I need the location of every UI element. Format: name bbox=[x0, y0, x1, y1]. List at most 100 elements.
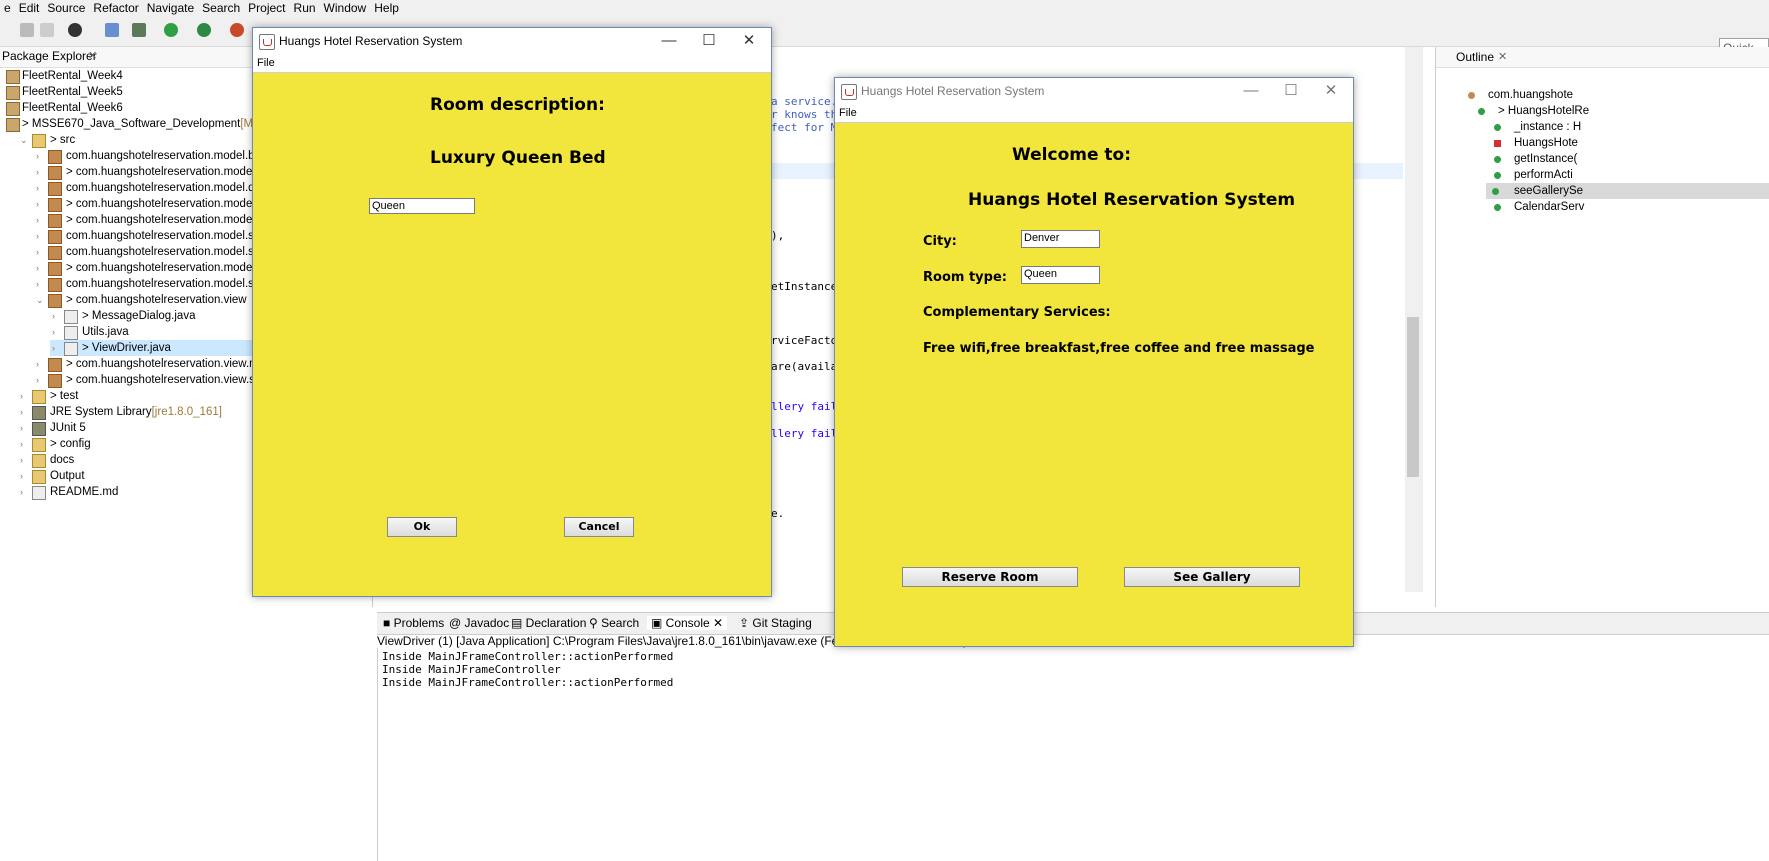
bug-icon[interactable] bbox=[132, 23, 146, 37]
package-explorer-tab[interactable]: Package Explorer bbox=[2, 49, 97, 63]
tab-declaration[interactable]: ▤ Declaration bbox=[511, 616, 586, 630]
expand-toggle-icon[interactable]: › bbox=[36, 360, 44, 369]
tree-item-label: FleetRental_Week4 bbox=[22, 70, 123, 82]
menu-project[interactable]: Project bbox=[244, 0, 289, 16]
expand-toggle-icon[interactable]: › bbox=[36, 264, 44, 273]
system-name-heading: Huangs Hotel Reservation System bbox=[968, 190, 1296, 210]
close-icon[interactable]: ✕ bbox=[1311, 80, 1351, 102]
menu-file[interactable]: File bbox=[257, 57, 275, 69]
expand-toggle-icon[interactable]: › bbox=[52, 312, 60, 321]
outline-item[interactable]: performActi bbox=[1494, 167, 1573, 183]
expand-toggle-icon[interactable]: › bbox=[20, 488, 28, 497]
outline-item[interactable]: getInstance( bbox=[1494, 151, 1577, 167]
outline-item-label: com.huangshote bbox=[1488, 89, 1574, 101]
menu-navigate[interactable]: Navigate bbox=[143, 0, 198, 16]
window-titlebar[interactable]: Huangs Hotel Reservation System — ☐ ✕ bbox=[253, 28, 771, 55]
menu-edit[interactable]: Edit bbox=[15, 0, 44, 16]
jar-icon bbox=[32, 406, 46, 420]
package-icon bbox=[48, 246, 62, 260]
tree-item-label: > com.huangshotelreservation.model.serv bbox=[66, 262, 280, 274]
close-icon[interactable]: ✕ bbox=[1498, 50, 1507, 63]
minimize-icon[interactable]: — bbox=[1231, 80, 1271, 102]
tree-item-label: > com.huangshotelreservation.view.seega bbox=[66, 374, 281, 386]
tab-console[interactable]: ▣ Console ✕ bbox=[647, 616, 728, 630]
outline-item[interactable]: com.huangshote bbox=[1468, 87, 1574, 103]
menu-file[interactable]: File bbox=[839, 107, 857, 119]
outline-item[interactable]: CalendarServ bbox=[1494, 199, 1585, 215]
menu-run[interactable]: Run bbox=[290, 0, 320, 16]
coverage-icon[interactable] bbox=[197, 23, 211, 37]
save-all-icon[interactable] bbox=[40, 23, 54, 37]
expand-toggle-icon[interactable]: › bbox=[20, 408, 28, 417]
see-gallery-button[interactable]: See Gallery bbox=[1124, 567, 1300, 587]
editor-scroll-thumb[interactable] bbox=[1407, 317, 1419, 477]
tab-git-staging[interactable]: ⇪ Git Staging bbox=[739, 616, 812, 630]
outline-item-label: > HuangsHotelRe bbox=[1498, 105, 1590, 117]
maximize-icon[interactable]: ☐ bbox=[1271, 80, 1311, 102]
menu-window[interactable]: Window bbox=[320, 0, 371, 16]
expand-toggle-icon[interactable]: › bbox=[52, 328, 60, 337]
run-icon[interactable] bbox=[164, 23, 178, 37]
tree-item-label: com.huangshotelreservation.model.busin bbox=[66, 150, 276, 162]
member-icon bbox=[1494, 156, 1501, 163]
close-icon[interactable]: ✕ bbox=[729, 30, 769, 52]
expand-toggle-icon[interactable]: › bbox=[36, 376, 44, 385]
tab-javadoc[interactable]: @ Javadoc bbox=[449, 616, 509, 630]
outline-tab[interactable]: Outline bbox=[1456, 50, 1494, 64]
console-output[interactable]: Inside MainJFrameController::actionPerfo… bbox=[377, 648, 1769, 861]
minimize-icon[interactable]: — bbox=[649, 30, 689, 52]
expand-toggle-icon[interactable]: › bbox=[36, 168, 44, 177]
expand-toggle-icon[interactable]: › bbox=[36, 152, 44, 161]
room-type-input[interactable]: Queen bbox=[369, 198, 475, 214]
outline-item[interactable]: _instance : H bbox=[1494, 119, 1581, 135]
eclipse-menubar: e Edit Source Refactor Navigate Search Project… bbox=[0, 0, 1769, 16]
tree-item-label: > com.huangshotelreservation.view bbox=[66, 294, 247, 306]
external-tools-icon[interactable] bbox=[230, 23, 244, 37]
expand-toggle-icon[interactable]: › bbox=[36, 248, 44, 257]
city-field[interactable]: Denver bbox=[1021, 230, 1100, 248]
window-titlebar[interactable]: Huangs Hotel Reservation System — ☐ ✕ bbox=[835, 78, 1353, 105]
reserve-room-button[interactable]: Reserve Room bbox=[902, 567, 1078, 587]
outline-item[interactable]: HuangsHote bbox=[1494, 135, 1578, 151]
room-type-field[interactable]: Queen bbox=[1021, 266, 1100, 284]
expand-toggle-icon[interactable]: › bbox=[20, 456, 28, 465]
member-icon bbox=[1478, 108, 1485, 115]
menu-help[interactable]: Help bbox=[370, 0, 403, 16]
close-icon[interactable]: ✕ bbox=[88, 49, 97, 62]
debug-icon[interactable] bbox=[68, 23, 82, 37]
expand-toggle-icon[interactable]: › bbox=[20, 392, 28, 401]
outline-item[interactable]: seeGallerySe bbox=[1486, 183, 1769, 199]
expand-toggle-icon[interactable]: › bbox=[36, 232, 44, 241]
save-icon[interactable] bbox=[20, 23, 34, 37]
expand-toggle-icon[interactable]: › bbox=[20, 472, 28, 481]
tree-item-label: > com.huangshotelreservation.model.serv bbox=[66, 198, 280, 210]
tree-item-label: Output bbox=[50, 470, 85, 482]
tab-problems[interactable]: ■ Problems bbox=[383, 616, 444, 630]
tree-item-label: > test bbox=[50, 390, 79, 402]
expand-toggle-icon[interactable]: › bbox=[36, 280, 44, 289]
tree-item-label: com.huangshotelreservation.model.servic bbox=[66, 230, 279, 242]
outline-item[interactable]: > HuangsHotelRe bbox=[1478, 103, 1590, 119]
outline-item-label: CalendarServ bbox=[1514, 201, 1585, 213]
expand-toggle-icon[interactable]: › bbox=[36, 184, 44, 193]
package-icon bbox=[48, 278, 62, 292]
member-icon bbox=[1494, 124, 1501, 131]
menu-search[interactable]: Search bbox=[198, 0, 244, 16]
menu-refactor[interactable]: Refactor bbox=[89, 0, 142, 16]
skip-breakpoints-icon[interactable] bbox=[105, 23, 119, 37]
tab-search[interactable]: ⚲ Search bbox=[589, 616, 639, 630]
expand-toggle-icon[interactable]: › bbox=[20, 440, 28, 449]
maximize-icon[interactable]: ☐ bbox=[689, 30, 729, 52]
expand-toggle-icon[interactable]: › bbox=[52, 344, 60, 353]
menu-item[interactable]: e bbox=[0, 0, 15, 16]
ok-button[interactable]: Ok bbox=[387, 517, 457, 537]
expand-toggle-icon[interactable]: ⌄ bbox=[20, 136, 28, 145]
expand-toggle-icon[interactable]: › bbox=[20, 424, 28, 433]
member-icon bbox=[1494, 140, 1501, 147]
expand-toggle-icon[interactable]: › bbox=[36, 200, 44, 209]
expand-toggle-icon[interactable]: › bbox=[36, 216, 44, 225]
tree-item-label: > com.huangshotelreservation.view.mainj bbox=[66, 358, 277, 370]
expand-toggle-icon[interactable]: ⌄ bbox=[36, 296, 44, 305]
menu-source[interactable]: Source bbox=[43, 0, 89, 16]
cancel-button[interactable]: Cancel bbox=[564, 517, 634, 537]
